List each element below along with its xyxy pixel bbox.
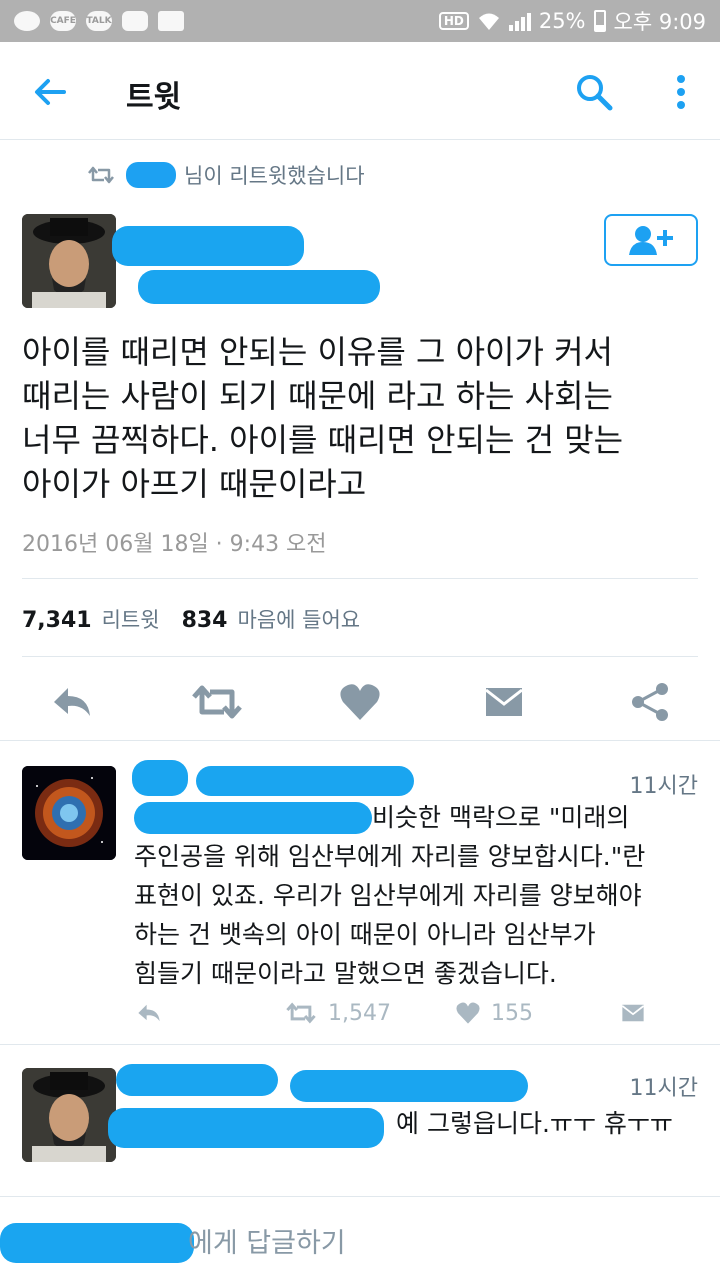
follow-button[interactable] (604, 214, 698, 266)
tweet-line: 때리는 사람이 되기 때문에 라고 하는 사회는 (22, 377, 613, 415)
reply-line: 주인공을 위해 임산부에게 자리를 양보합시다."란 (134, 842, 646, 871)
reply-text: 예 그렇읍니다.ㅠㅜ 휴ㅜㅠ (134, 1104, 700, 1143)
nebula-image (22, 766, 116, 860)
like-icon[interactable] (338, 680, 382, 724)
tweet-line: 아이를 때리면 안되는 이유를 그 아이가 커서 (22, 333, 613, 371)
reply-line: 힘들기 때문이라고 말했으면 좋겠습니다. (134, 959, 557, 988)
reply-line: 하는 건 뱃속의 아이 때문이 아니라 임산부가 (134, 920, 596, 949)
redacted-recipient (0, 1223, 194, 1263)
battery-icon (593, 10, 606, 32)
cafe-icon: CAFE (50, 11, 76, 31)
divider (0, 1044, 720, 1045)
tweet-line: 너무 끔찍하다. 아이를 때리면 안되는 건 맞는 (22, 421, 624, 459)
retweet-icon (88, 166, 114, 184)
redacted-reply-handle (290, 1070, 528, 1102)
clock: 오후 9:09 (613, 10, 706, 34)
add-user-icon (629, 226, 673, 255)
reply-icon[interactable] (50, 680, 94, 724)
app-icon (14, 11, 40, 31)
divider (0, 740, 720, 741)
retweet-count[interactable]: 7,341 (22, 608, 92, 633)
gallery-icon (158, 11, 184, 31)
battery-percent: 25% (538, 9, 586, 33)
message-icon[interactable] (619, 1000, 647, 1026)
portrait-image (22, 1068, 116, 1162)
tweet-line: 아이가 아프기 때문이라고 (22, 465, 367, 503)
reply-input[interactable]: 에게 답글하기 (188, 1221, 346, 1260)
retweet-icon (286, 1002, 316, 1024)
reply-time: 11시간 (629, 1076, 698, 1101)
redacted-reply-name (116, 1064, 278, 1096)
author-avatar[interactable] (22, 214, 116, 308)
reply-like[interactable]: 155 (455, 1000, 533, 1026)
reply-like-count: 155 (490, 1000, 533, 1026)
redacted-author-handle (138, 270, 380, 304)
retweeted-label: 님이 리트윗했습니다 (184, 164, 365, 188)
reply-retweet[interactable]: 1,547 (284, 1000, 391, 1026)
signal-icon (508, 11, 531, 31)
tweet-timestamp: 2016년 06월 18일 · 9:43 오전 (22, 532, 327, 557)
page-title: 트윗 (126, 80, 182, 115)
redacted-retweeter (126, 162, 176, 188)
redacted-author-name (112, 226, 304, 266)
reply-avatar[interactable] (22, 766, 116, 860)
reply-line: 표현이 있죠. 우리가 임산부에게 자리를 양보해야 (134, 881, 642, 910)
share-icon[interactable] (628, 680, 672, 724)
like-count[interactable]: 834 (182, 608, 228, 633)
status-bar: CAFE TALK HD 25% 오후 9:09 (0, 0, 720, 42)
youtube-icon (122, 11, 148, 31)
like-count-label: 마음에 들어요 (237, 608, 361, 632)
search-icon[interactable] (572, 70, 616, 114)
app-bar: 트윗 (0, 42, 720, 140)
talk-icon: TALK (86, 11, 112, 31)
divider (22, 656, 698, 657)
reply-text: 비슷한 맥락으로 "미래의 주인공을 위해 임산부에게 자리를 양보합시다."란… (134, 798, 700, 993)
portrait-image (22, 214, 116, 308)
reply-avatar[interactable] (22, 1068, 116, 1162)
wifi-icon (478, 13, 499, 30)
redacted-reply-handle (196, 766, 414, 796)
divider (22, 578, 698, 579)
retweeted-by-note: 님이 리트윗했습니다 (88, 160, 365, 190)
message-icon[interactable] (482, 680, 526, 724)
reply-time: 11시간 (629, 774, 698, 799)
reply-composer[interactable]: 에게 답글하기 (0, 1196, 720, 1280)
reply-line: 예 그렇읍니다.ㅠㅜ 휴ㅜㅠ (396, 1109, 673, 1138)
reply-retweet-count: 1,547 (328, 1000, 391, 1026)
retweet-icon[interactable] (192, 680, 242, 724)
reply-line: 비슷한 맥락으로 "미래의 (372, 803, 630, 832)
back-arrow-icon[interactable] (30, 72, 70, 112)
tweet-action-bar (0, 672, 720, 728)
hd-icon: HD (438, 12, 469, 30)
reply-icon[interactable] (134, 1000, 164, 1026)
tweet-stats: 7,341 리트윗 834 마음에 들어요 (22, 604, 360, 634)
retweet-count-label: 리트윗 (101, 608, 160, 632)
tweet-text: 아이를 때리면 안되는 이유를 그 아이가 커서 때리는 사람이 되기 때문에 … (22, 330, 702, 506)
reply-action-bar: 1,547 155 (134, 998, 647, 1028)
overflow-menu-icon[interactable] (666, 70, 696, 114)
like-icon (456, 1002, 480, 1024)
redacted-reply-name (132, 760, 188, 796)
notification-icons: CAFE TALK (14, 11, 184, 31)
